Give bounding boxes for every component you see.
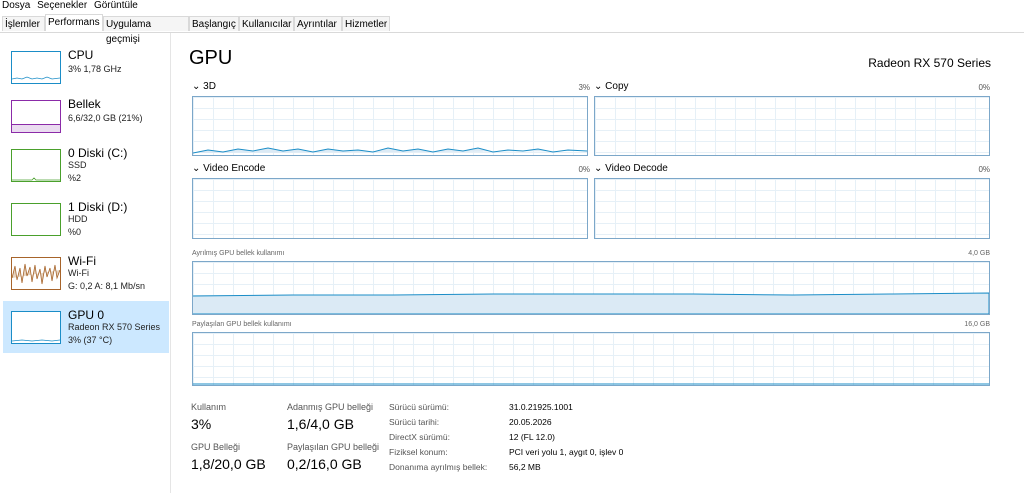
- gpu-thumbnail: [11, 311, 61, 344]
- menu-file[interactable]: Dosya: [2, 0, 30, 11]
- gpu-memory-value: 1,8/20,0 GB: [191, 456, 266, 472]
- shared-memory-max: 16,0 GB: [964, 321, 990, 328]
- chevron-down-icon: ⌄: [192, 163, 201, 174]
- tab-users[interactable]: Kullanıcılar: [239, 16, 294, 31]
- tab-app-history[interactable]: Uygulama geçmişi: [103, 16, 189, 45]
- sidebar: CPU 3% 1,78 GHz Bellek 6,6/32,0 GB (21%)…: [0, 33, 171, 493]
- dedicated-memory-max: 4,0 GB: [968, 250, 990, 257]
- hardware-reserved-memory-value: 56,2 MB: [509, 462, 541, 472]
- engine-video-encode-label[interactable]: ⌄ Video Encode: [192, 163, 265, 174]
- device-name: Radeon RX 570 Series: [868, 56, 991, 70]
- usage-label: Kullanım: [191, 402, 227, 412]
- shared-memory-line: [193, 383, 989, 385]
- menu-view[interactable]: Görüntüle: [94, 0, 138, 11]
- engine-video-decode-graph: [594, 178, 990, 239]
- sidebar-item-label: 0 Diski (C:): [68, 146, 128, 160]
- sidebar-item-type: SSD: [68, 160, 87, 170]
- directx-version-value: 12 (FL 12.0): [509, 432, 555, 442]
- sidebar-item-cpu[interactable]: CPU 3% 1,78 GHz: [3, 41, 169, 93]
- hardware-reserved-memory-label: Donanıma ayrılmış bellek:: [389, 462, 488, 472]
- dedicated-memory-line: [192, 292, 990, 315]
- gpu-thumbnail-line: [11, 339, 61, 342]
- sidebar-item-detail: %0: [68, 227, 82, 237]
- sidebar-item-detail: 6,6/32,0 GB (21%): [68, 113, 143, 123]
- chevron-down-icon: ⌄: [594, 81, 603, 92]
- shared-gpu-memory-value: 0,2/16,0 GB: [287, 456, 362, 472]
- sidebar-item-label: 1 Diski (D:): [68, 200, 128, 214]
- sidebar-item-label: Bellek: [68, 97, 101, 111]
- sidebar-item-detail: %2: [68, 173, 82, 183]
- engine-copy-percent: 0%: [978, 83, 990, 92]
- chevron-down-icon: ⌄: [192, 81, 201, 92]
- sidebar-item-detail: 3% 1,78 GHz: [68, 64, 122, 74]
- engine-video-encode-percent: 0%: [578, 165, 590, 174]
- sidebar-item-label: CPU: [68, 48, 94, 62]
- cpu-thumbnail-line: [11, 76, 61, 80]
- cpu-thumbnail: [11, 51, 61, 84]
- tab-services[interactable]: Hizmetler: [342, 16, 390, 31]
- sidebar-item-gpu0[interactable]: GPU 0 Radeon RX 570 Series 3% (37 °C): [3, 301, 169, 353]
- dedicated-memory-label: Ayrılmış GPU bellek kullanımı: [192, 250, 285, 257]
- engine-video-encode-graph: [192, 178, 588, 239]
- tab-details[interactable]: Ayrıntılar: [294, 16, 342, 31]
- engine-3d-line: [192, 147, 588, 154]
- disk-c-thumbnail: [11, 149, 61, 182]
- menu-options[interactable]: Seçenekler: [37, 0, 87, 11]
- dedicated-gpu-memory-value: 1,6/4,0 GB: [287, 416, 354, 432]
- driver-date-label: Sürücü tarihi:: [389, 417, 440, 427]
- sidebar-item-detail: G: 0,2 A: 8,1 Mb/sn: [68, 281, 146, 291]
- sidebar-item-memory[interactable]: Bellek 6,6/32,0 GB (21%): [3, 90, 169, 142]
- engine-video-encode-name: Video Encode: [203, 163, 266, 174]
- sidebar-item-disk-c[interactable]: 0 Diski (C:) SSD %2: [3, 139, 169, 191]
- gpu-panel: GPU Radeon RX 570 Series ⌄ 3D 3% ⌄ Copy …: [170, 33, 1024, 493]
- sidebar-item-type: Wi-Fi: [68, 268, 89, 278]
- engine-copy-name: Copy: [605, 81, 629, 92]
- tab-bar: İşlemler Performans Uygulama geçmişi Baş…: [0, 14, 1024, 45]
- dedicated-memory-graph: [192, 261, 990, 315]
- shared-memory-label: Paylaşılan GPU bellek kullanımı: [192, 321, 292, 328]
- shared-gpu-memory-label: Paylaşılan GPU belleği: [287, 442, 380, 452]
- sidebar-item-wifi[interactable]: Wi-Fi Wi-Fi G: 0,2 A: 8,1 Mb/sn: [3, 247, 169, 299]
- page-title: GPU: [189, 47, 233, 69]
- sidebar-item-label: GPU 0: [68, 308, 105, 322]
- sidebar-item-label: Wi-Fi: [68, 254, 96, 268]
- disk-c-thumbnail-line: [12, 177, 60, 181]
- engine-video-decode-label[interactable]: ⌄ Video Decode: [594, 163, 668, 174]
- engine-copy-graph: [594, 96, 990, 156]
- dedicated-gpu-memory-label: Adanmış GPU belleği: [287, 402, 374, 412]
- driver-version-label: Sürücü sürümü:: [389, 402, 449, 412]
- engine-3d-graph: [192, 96, 588, 156]
- engine-video-decode-name: Video Decode: [605, 163, 668, 174]
- sidebar-item-disk-d[interactable]: 1 Diski (D:) HDD %0: [3, 193, 169, 245]
- wifi-thumbnail: [11, 257, 61, 290]
- tab-startup[interactable]: Başlangıç: [189, 16, 239, 31]
- chevron-down-icon: ⌄: [594, 163, 603, 174]
- tab-performance[interactable]: Performans: [45, 14, 103, 31]
- shared-memory-graph: [192, 332, 990, 386]
- engine-3d-label[interactable]: ⌄ 3D: [192, 81, 216, 92]
- disk-d-thumbnail: [11, 203, 61, 236]
- driver-version-value: 31.0.21925.1001: [509, 402, 573, 412]
- engine-3d-name: 3D: [203, 81, 216, 92]
- memory-thumbnail: [11, 100, 61, 133]
- driver-date-value: 20.05.2026: [509, 417, 552, 427]
- engine-3d-percent: 3%: [578, 83, 590, 92]
- engine-video-decode-percent: 0%: [978, 165, 990, 174]
- sidebar-item-type: Radeon RX 570 Series: [68, 322, 161, 332]
- sidebar-item-type: HDD: [68, 214, 88, 224]
- memory-thumbnail-fill: [12, 124, 60, 132]
- engine-copy-label[interactable]: ⌄ Copy: [594, 81, 629, 92]
- physical-location-label: Fiziksel konum:: [389, 447, 448, 457]
- sidebar-item-detail: 3% (37 °C): [68, 335, 113, 345]
- physical-location-value: PCI veri yolu 1, aygıt 0, işlev 0: [509, 447, 624, 457]
- wifi-thumbnail-line: [11, 263, 61, 285]
- directx-version-label: DirectX sürümü:: [389, 432, 450, 442]
- gpu-memory-label: GPU Belleği: [191, 442, 241, 452]
- menu-bar: Dosya Seçenekler Görüntüle: [0, 0, 1024, 14]
- usage-value: 3%: [191, 416, 212, 432]
- tab-processes[interactable]: İşlemler: [2, 16, 45, 31]
